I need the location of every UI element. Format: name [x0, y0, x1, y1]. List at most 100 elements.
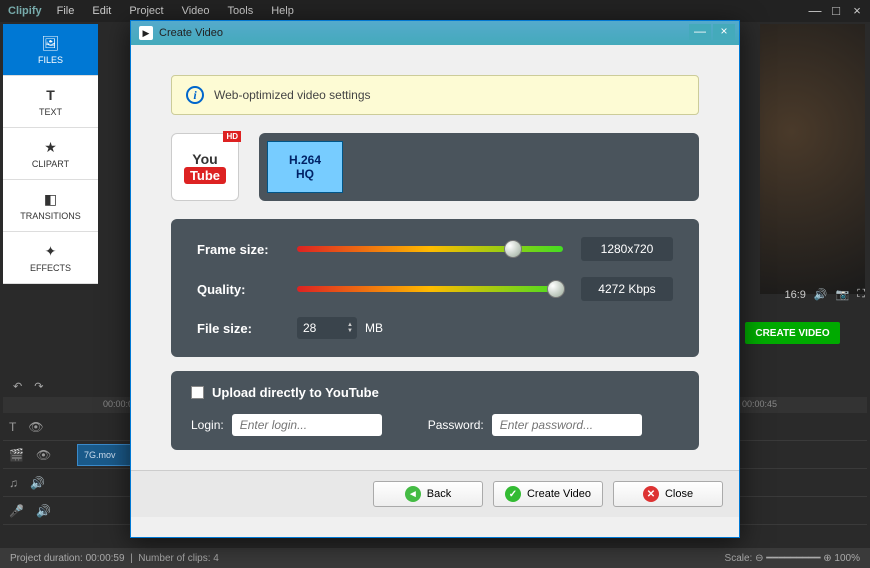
check-icon: ✓: [505, 486, 521, 502]
btn-label: Back: [427, 488, 451, 500]
yt-tube: Tube: [184, 167, 226, 184]
password-label: Password:: [428, 418, 484, 432]
sidebar-item-effects[interactable]: ✦ EFFECTS: [3, 232, 98, 284]
menu-video[interactable]: Video: [182, 5, 210, 17]
frame-size-value: 1280x720: [581, 237, 673, 261]
login-input[interactable]: [232, 414, 382, 436]
back-arrow-icon: ◄: [405, 486, 421, 502]
zoom-out-icon[interactable]: ⊖: [755, 553, 763, 564]
star-icon: ★: [42, 138, 60, 156]
create-video-button[interactable]: CREATE VIDEO: [745, 322, 840, 344]
info-text: Web-optimized video settings: [214, 88, 371, 102]
close-button[interactable]: ✕ Close: [613, 481, 723, 507]
info-banner: i Web-optimized video settings: [171, 75, 699, 115]
back-button[interactable]: ◄ Back: [373, 481, 483, 507]
mic-track-icon: 🎤: [9, 504, 24, 518]
quality-slider[interactable]: [297, 286, 563, 292]
preview-controls: 16:9 🔊 📷 ⛶: [745, 288, 865, 301]
clips-value: 4: [213, 553, 219, 564]
yt-you: You: [192, 151, 217, 167]
duration-value: 00:00:59: [86, 553, 125, 564]
upload-checkbox[interactable]: [191, 386, 204, 399]
menu-tools[interactable]: Tools: [228, 5, 254, 17]
slider-knob[interactable]: [547, 280, 565, 298]
undo-icon[interactable]: ↶: [13, 380, 22, 393]
upload-panel: Upload directly to YouTube Login: Passwo…: [171, 371, 699, 450]
sidebar-label: EFFECTS: [30, 263, 71, 273]
codec-selector: H.264 HQ: [259, 133, 699, 201]
encode-settings: Frame size: 1280x720 Quality: 4272 Kbps …: [171, 219, 699, 357]
menu: File Edit Project Video Tools Help: [57, 5, 294, 17]
file-size-stepper[interactable]: 28 ▲▼: [297, 317, 357, 339]
video-preview: [760, 24, 865, 294]
eye-icon[interactable]: 👁: [36, 448, 51, 462]
camera-icon[interactable]: 📷: [836, 288, 850, 301]
eye-icon[interactable]: 👁: [28, 420, 43, 434]
scale-value: 100%: [834, 553, 860, 564]
effects-icon: ✦: [42, 242, 60, 260]
video-track-icon: 🎬: [9, 448, 24, 462]
maximize-icon[interactable]: □: [828, 3, 844, 17]
app-name: Clipify: [8, 5, 42, 17]
sidebar: 🖼 FILES T TEXT ★ CLIPART ◧ TRANSITIONS ✦ EFFE…: [3, 24, 98, 284]
create-video-dialog: ▶ Create Video — × i Web-optimized video…: [130, 20, 740, 538]
menu-help[interactable]: Help: [271, 5, 294, 17]
quality-value: 4272 Kbps: [581, 277, 673, 301]
dialog-title: Create Video: [159, 27, 223, 39]
sidebar-label: CLIPART: [32, 159, 69, 169]
menu-file[interactable]: File: [57, 5, 75, 17]
btn-label: Create Video: [527, 488, 591, 500]
slider-knob[interactable]: [504, 240, 522, 258]
speaker-icon[interactable]: 🔊: [36, 504, 51, 518]
text-icon: T: [42, 86, 60, 104]
redo-icon[interactable]: ↷: [34, 380, 43, 393]
time-mark: 00:00:45: [742, 399, 777, 413]
close-icon[interactable]: ×: [849, 3, 865, 17]
dialog-footer: ◄ Back ✓ Create Video ✕ Close: [131, 470, 739, 517]
password-input[interactable]: [492, 414, 642, 436]
frame-size-slider[interactable]: [297, 246, 563, 252]
duration-label: Project duration:: [10, 553, 83, 564]
statusbar: Project duration: 00:00:59 | Number of c…: [0, 548, 870, 568]
sidebar-item-files[interactable]: 🖼 FILES: [3, 24, 98, 76]
transitions-icon: ◧: [42, 190, 60, 208]
codec-option-h264[interactable]: H.264 HQ: [267, 141, 343, 193]
hd-badge: HD: [223, 131, 241, 142]
minimize-icon[interactable]: —: [807, 3, 823, 17]
dialog-close-icon[interactable]: ×: [713, 24, 735, 40]
scale-label: Scale:: [725, 553, 753, 564]
menubar: Clipify File Edit Project Video Tools He…: [0, 0, 870, 22]
stepper-down-icon[interactable]: ▼: [347, 328, 353, 334]
dialog-minimize-icon[interactable]: —: [689, 24, 711, 40]
dialog-icon: ▶: [139, 26, 153, 40]
sidebar-label: TRANSITIONS: [20, 211, 81, 221]
file-size-unit: MB: [365, 321, 383, 335]
sidebar-item-transitions[interactable]: ◧ TRANSITIONS: [3, 180, 98, 232]
btn-label: Close: [665, 488, 693, 500]
x-icon: ✕: [643, 486, 659, 502]
clips-label: Number of clips:: [138, 553, 210, 564]
sidebar-label: FILES: [38, 55, 63, 65]
speaker-icon[interactable]: 🔊: [30, 476, 45, 490]
text-track-icon: T: [9, 420, 16, 434]
file-size-value: 28: [303, 321, 316, 335]
zoom-in-icon[interactable]: ⊕: [823, 553, 831, 564]
youtube-logo: HD You Tube: [171, 133, 239, 201]
upload-label: Upload directly to YouTube: [212, 385, 379, 400]
login-label: Login:: [191, 418, 224, 432]
sidebar-item-text[interactable]: T TEXT: [3, 76, 98, 128]
codec-line: HQ: [296, 167, 314, 181]
dialog-titlebar: ▶ Create Video — ×: [131, 21, 739, 45]
sidebar-item-clipart[interactable]: ★ CLIPART: [3, 128, 98, 180]
quality-label: Quality:: [197, 282, 297, 297]
speaker-icon[interactable]: 🔊: [814, 288, 828, 301]
menu-edit[interactable]: Edit: [92, 5, 111, 17]
create-button[interactable]: ✓ Create Video: [493, 481, 603, 507]
info-icon: i: [186, 86, 204, 104]
menu-project[interactable]: Project: [129, 5, 163, 17]
music-track-icon: ♫: [9, 476, 18, 490]
fullscreen-icon[interactable]: ⛶: [857, 288, 865, 301]
aspect-label: 16:9: [784, 289, 805, 301]
files-icon: 🖼: [42, 34, 60, 52]
sidebar-label: TEXT: [39, 107, 62, 117]
